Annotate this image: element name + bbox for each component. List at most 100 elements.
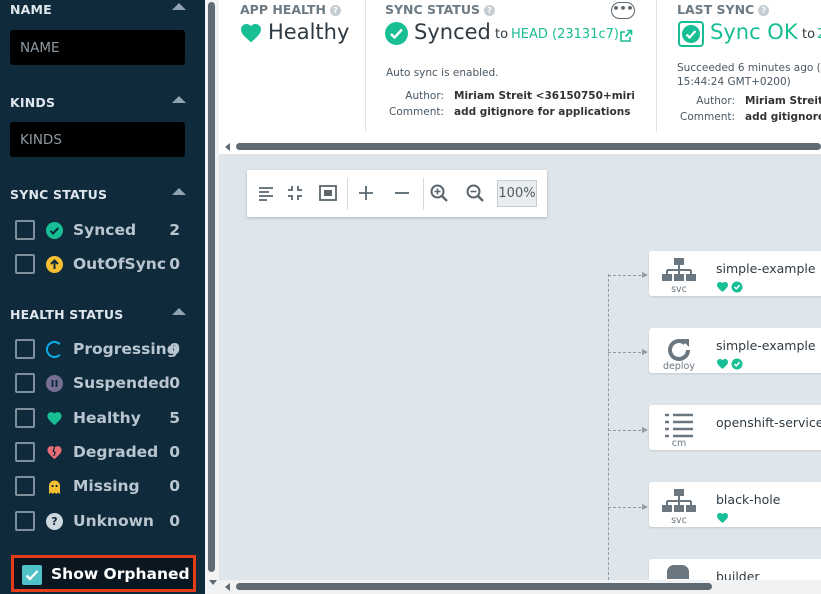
filter-unknown[interactable]: ? Unknown 0: [15, 508, 185, 534]
node-name: builder: [716, 569, 760, 580]
last-sync-succeeded-line1: Succeeded 6 minutes ago (M: [677, 62, 821, 74]
sync-status-value: Synced: [414, 20, 491, 44]
sync-author-value: Miriam Streit <36150750+miriams…: [454, 90, 634, 102]
auto-sync-text: Auto sync is enabled.: [386, 67, 499, 79]
compact-view-icon[interactable]: [284, 182, 306, 204]
node-name: openshift-service-c: [716, 415, 821, 430]
missing-count: 0: [169, 477, 180, 495]
toolbar-divider: [423, 178, 424, 210]
sidebar-scroll-thumb[interactable]: [208, 2, 215, 572]
missing-checkbox[interactable]: [15, 476, 35, 496]
resource-graph-canvas[interactable]: 100% svc simple-example deploy simple-ex…: [219, 154, 821, 580]
app-health-value: Healthy: [268, 20, 350, 44]
filter-synced[interactable]: Synced 2: [15, 217, 185, 243]
zoom-in-icon[interactable]: [428, 182, 450, 204]
expand-plus-icon[interactable]: [355, 182, 377, 204]
last-sync-title: LAST SYNC?: [677, 2, 770, 17]
tree-edge-trunk: [608, 274, 609, 580]
unknown-count: 0: [169, 512, 180, 530]
header-scroll-thumb[interactable]: [236, 143, 821, 150]
graph-horizontal-scrollbar[interactable]: [219, 580, 821, 594]
kinds-collapse-caret-icon[interactable]: [172, 96, 186, 103]
edge-arrow-icon: [642, 349, 648, 355]
align-left-icon[interactable]: [255, 182, 277, 204]
resource-node[interactable]: cm openshift-service-c: [649, 405, 821, 450]
last-sync-author-value: Miriam Streit <3: [745, 95, 821, 107]
filter-suspended[interactable]: Suspended 0: [15, 370, 185, 396]
node-kind-label: svc: [671, 284, 687, 295]
last-sync-comment-key: Comment:: [680, 111, 735, 123]
last-sync-value: Sync OK: [710, 20, 798, 44]
name-filter-input[interactable]: [10, 30, 185, 65]
filter-missing[interactable]: Missing 0: [15, 473, 185, 499]
show-orphaned-toggle[interactable]: Show Orphaned: [11, 555, 196, 592]
node-name: simple-example: [716, 338, 816, 353]
out-of-sync-arrow-icon: [46, 256, 63, 273]
edge-arrow-icon: [642, 272, 648, 278]
show-orphaned-checkbox[interactable]: [22, 565, 42, 585]
unknown-checkbox[interactable]: [15, 511, 35, 531]
suspended-checkbox[interactable]: [15, 373, 35, 393]
filter-out-of-sync[interactable]: OutOfSync 0: [15, 251, 185, 277]
health-status-collapse-caret-icon[interactable]: [172, 308, 186, 315]
filter-healthy[interactable]: Healthy 5: [15, 405, 185, 431]
scroll-left-arrow-icon[interactable]: [225, 143, 230, 151]
edge-arrow-icon: [642, 504, 648, 510]
synced-check-icon: [385, 22, 408, 45]
healthy-checkbox[interactable]: [15, 408, 35, 428]
sync-revision-link[interactable]: HEAD (23131c7): [511, 27, 619, 42]
node-name: black-hole: [716, 492, 781, 507]
sync-comment-value: add gitignore for applications: [454, 106, 631, 118]
progressing-checkbox[interactable]: [15, 339, 35, 359]
filter-degraded[interactable]: Degraded 0: [15, 439, 185, 465]
healthy-heart-icon: [239, 21, 263, 49]
scroll-down-arrow-icon[interactable]: [209, 580, 217, 585]
app-health-title: APP HEALTH?: [240, 2, 341, 17]
help-icon[interactable]: ?: [758, 5, 770, 16]
graph-scroll-thumb[interactable]: [236, 583, 712, 590]
healthy-count: 5: [169, 409, 180, 427]
tree-edge: [608, 430, 646, 431]
degraded-checkbox[interactable]: [15, 442, 35, 462]
kinds-filter-input[interactable]: [10, 122, 185, 157]
sync-comment-key: Comment:: [389, 106, 444, 118]
last-sync-revision-link[interactable]: 2: [817, 27, 821, 42]
sync-status-collapse-caret-icon[interactable]: [172, 188, 186, 195]
resource-node[interactable]: svc black-hole: [649, 482, 821, 527]
name-collapse-caret-icon[interactable]: [172, 3, 186, 10]
help-icon[interactable]: ?: [329, 5, 341, 16]
collapse-minus-icon[interactable]: [391, 182, 413, 204]
sync-author-key: Author:: [405, 90, 444, 102]
sync-status-title: SYNC STATUS?: [385, 2, 495, 17]
tree-edge: [608, 275, 646, 276]
node-status: [716, 355, 746, 374]
node-kind-label: svc: [671, 515, 687, 526]
resource-node[interactable]: builder: [649, 559, 821, 580]
sync-status-section-title: SYNC STATUS: [10, 187, 108, 202]
healthy-heart-icon: [717, 282, 728, 292]
resource-node[interactable]: svc simple-example: [649, 251, 821, 296]
zoom-out-icon[interactable]: [464, 182, 486, 204]
fit-to-screen-icon[interactable]: [317, 182, 339, 204]
graph-toolbar: 100%: [247, 170, 547, 217]
filter-progressing[interactable]: Progressing 0: [15, 336, 185, 362]
more-options-icon[interactable]: •••: [611, 2, 635, 19]
sidebar-scrollbar[interactable]: [205, 0, 219, 594]
last-sync-author-key: Author:: [696, 95, 735, 107]
out-of-sync-checkbox[interactable]: [15, 254, 35, 274]
resource-node[interactable]: deploy simple-example: [649, 328, 821, 373]
progressing-count: 0: [169, 340, 180, 358]
external-link-icon[interactable]: [619, 28, 633, 47]
name-section-title: NAME: [10, 2, 52, 17]
missing-label: Missing: [73, 477, 140, 495]
healthy-heart-icon: [717, 513, 728, 523]
header-divider: [656, 0, 657, 132]
scroll-left-arrow-icon[interactable]: [225, 583, 230, 591]
help-icon[interactable]: ?: [483, 5, 495, 16]
suspended-count: 0: [169, 374, 180, 392]
synced-checkbox[interactable]: [15, 220, 35, 240]
out-of-sync-count: 0: [169, 255, 180, 273]
filter-sidebar: NAME KINDS SYNC STATUS Synced 2 OutOfSyn…: [0, 0, 205, 594]
header-horizontal-scrollbar[interactable]: [219, 140, 821, 154]
last-sync-to-label: to: [802, 27, 816, 42]
